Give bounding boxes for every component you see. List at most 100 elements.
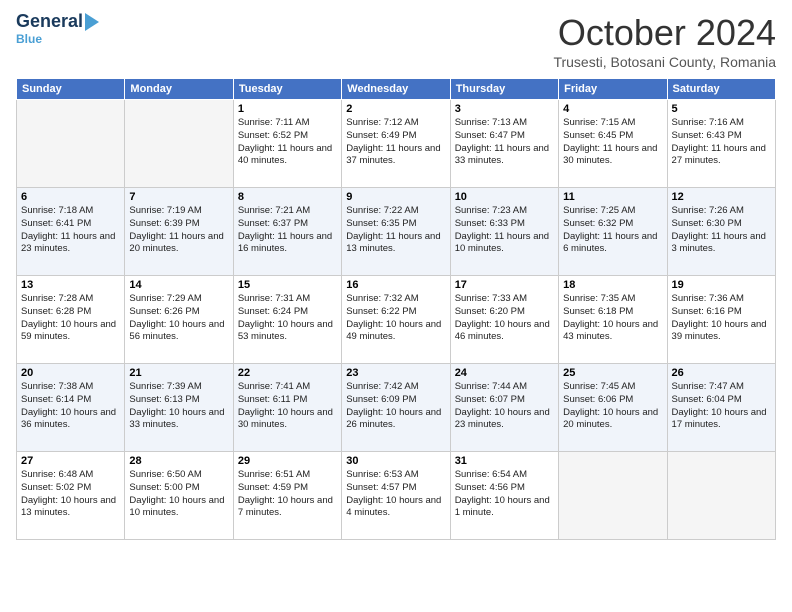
day-info: Sunrise: 7:38 AMSunset: 6:14 PMDaylight:… — [21, 381, 120, 432]
day-number: 22 — [238, 367, 337, 379]
calendar-cell: 27 Sunrise: 6:48 AMSunset: 5:02 PMDayligh… — [17, 452, 125, 540]
day-number: 11 — [563, 191, 662, 203]
day-info: Sunrise: 7:13 AMSunset: 6:47 PMDaylight:… — [455, 117, 554, 168]
day-number: 13 — [21, 279, 120, 291]
day-info: Sunrise: 7:11 AMSunset: 6:52 PMDaylight:… — [238, 117, 337, 168]
day-number: 7 — [129, 191, 228, 203]
calendar-week-row: 1 Sunrise: 7:11 AMSunset: 6:52 PMDaylight… — [17, 100, 776, 188]
day-number: 28 — [129, 455, 228, 467]
day-number: 24 — [455, 367, 554, 379]
calendar-day-header: Monday — [125, 79, 233, 100]
day-info: Sunrise: 7:33 AMSunset: 6:20 PMDaylight:… — [455, 293, 554, 344]
calendar-day-header: Wednesday — [342, 79, 450, 100]
calendar-cell: 16 Sunrise: 7:32 AMSunset: 6:22 PMDayligh… — [342, 276, 450, 364]
day-info: Sunrise: 6:54 AMSunset: 4:56 PMDaylight:… — [455, 469, 554, 520]
day-info: Sunrise: 6:51 AMSunset: 4:59 PMDaylight:… — [238, 469, 337, 520]
day-info: Sunrise: 7:28 AMSunset: 6:28 PMDaylight:… — [21, 293, 120, 344]
day-info: Sunrise: 7:19 AMSunset: 6:39 PMDaylight:… — [129, 205, 228, 256]
calendar-header-row: SundayMondayTuesdayWednesdayThursdayFrid… — [17, 79, 776, 100]
calendar-cell: 12Sunrise: 7:26 AMSunset: 6:30 PMDayligh… — [667, 188, 775, 276]
calendar-cell: 15Sunrise: 7:31 AMSunset: 6:24 PMDayligh… — [233, 276, 341, 364]
page: General Blue October 2024 Trusesti, Boto… — [0, 0, 792, 612]
calendar-cell: 26 Sunrise: 7:47 AMSunset: 6:04 PMDayligh… — [667, 364, 775, 452]
calendar-cell — [17, 100, 125, 188]
day-number: 6 — [21, 191, 120, 203]
calendar-cell: 23Sunrise: 7:42 AMSunset: 6:09 PMDayligh… — [342, 364, 450, 452]
logo-blue: Blue — [16, 32, 42, 46]
calendar-day-header: Thursday — [450, 79, 558, 100]
day-info: Sunrise: 7:41 AMSunset: 6:11 PMDaylight:… — [238, 381, 337, 432]
calendar-cell: 9Sunrise: 7:22 AMSunset: 6:35 PMDaylight… — [342, 188, 450, 276]
day-info: Sunrise: 7:32 AMSunset: 6:22 PMDaylight:… — [346, 293, 445, 344]
subtitle: Trusesti, Botosani County, Romania — [553, 54, 776, 70]
logo: General Blue — [16, 12, 99, 46]
day-number: 17 — [455, 279, 554, 291]
calendar-cell: 2 Sunrise: 7:12 AMSunset: 6:49 PMDaylight… — [342, 100, 450, 188]
day-number: 1 — [238, 103, 337, 115]
calendar-cell: 1 Sunrise: 7:11 AMSunset: 6:52 PMDaylight… — [233, 100, 341, 188]
day-number: 30 — [346, 455, 445, 467]
calendar-cell: 30 Sunrise: 6:53 AMSunset: 4:57 PMDayligh… — [342, 452, 450, 540]
calendar-day-header: Sunday — [17, 79, 125, 100]
calendar-cell: 7 Sunrise: 7:19 AMSunset: 6:39 PMDaylight… — [125, 188, 233, 276]
day-number: 4 — [563, 103, 662, 115]
calendar-cell: 21Sunrise: 7:39 AMSunset: 6:13 PMDayligh… — [125, 364, 233, 452]
day-number: 16 — [346, 279, 445, 291]
day-number: 14 — [129, 279, 228, 291]
day-info: Sunrise: 6:50 AMSunset: 5:00 PMDaylight:… — [129, 469, 228, 520]
calendar-cell: 10 Sunrise: 7:23 AMSunset: 6:33 PMDayligh… — [450, 188, 558, 276]
day-info: Sunrise: 7:29 AMSunset: 6:26 PMDaylight:… — [129, 293, 228, 344]
calendar-cell — [559, 452, 667, 540]
day-number: 25 — [563, 367, 662, 379]
title-area: October 2024 Trusesti, Botosani County, … — [553, 12, 776, 70]
calendar-cell: 19Sunrise: 7:36 AMSunset: 6:16 PMDayligh… — [667, 276, 775, 364]
day-number: 15 — [238, 279, 337, 291]
day-number: 10 — [455, 191, 554, 203]
header: General Blue October 2024 Trusesti, Boto… — [16, 12, 776, 70]
calendar-cell: 18Sunrise: 7:35 AMSunset: 6:18 PMDayligh… — [559, 276, 667, 364]
day-number: 29 — [238, 455, 337, 467]
calendar-cell: 17 Sunrise: 7:33 AMSunset: 6:20 PMDayligh… — [450, 276, 558, 364]
day-info: Sunrise: 7:16 AMSunset: 6:43 PMDaylight:… — [672, 117, 771, 168]
day-info: Sunrise: 7:22 AMSunset: 6:35 PMDaylight:… — [346, 205, 445, 256]
calendar-day-header: Tuesday — [233, 79, 341, 100]
day-number: 31 — [455, 455, 554, 467]
day-number: 3 — [455, 103, 554, 115]
day-number: 2 — [346, 103, 445, 115]
day-info: Sunrise: 7:23 AMSunset: 6:33 PMDaylight:… — [455, 205, 554, 256]
calendar-table: SundayMondayTuesdayWednesdayThursdayFrid… — [16, 78, 776, 540]
day-number: 27 — [21, 455, 120, 467]
day-info: Sunrise: 6:48 AMSunset: 5:02 PMDaylight:… — [21, 469, 120, 520]
calendar-cell: 5 Sunrise: 7:16 AMSunset: 6:43 PMDaylight… — [667, 100, 775, 188]
calendar-cell: 13 Sunrise: 7:28 AMSunset: 6:28 PMDayligh… — [17, 276, 125, 364]
day-number: 5 — [672, 103, 771, 115]
day-info: Sunrise: 7:21 AMSunset: 6:37 PMDaylight:… — [238, 205, 337, 256]
calendar-cell: 4 Sunrise: 7:15 AMSunset: 6:45 PMDaylight… — [559, 100, 667, 188]
day-info: Sunrise: 7:45 AMSunset: 6:06 PMDaylight:… — [563, 381, 662, 432]
day-number: 18 — [563, 279, 662, 291]
day-number: 26 — [672, 367, 771, 379]
calendar-cell: 28 Sunrise: 6:50 AMSunset: 5:00 PMDayligh… — [125, 452, 233, 540]
day-info: Sunrise: 6:53 AMSunset: 4:57 PMDaylight:… — [346, 469, 445, 520]
calendar-cell — [125, 100, 233, 188]
calendar-week-row: 13 Sunrise: 7:28 AMSunset: 6:28 PMDayligh… — [17, 276, 776, 364]
day-info: Sunrise: 7:18 AMSunset: 6:41 PMDaylight:… — [21, 205, 120, 256]
logo-general: General — [16, 12, 83, 32]
calendar-cell: 14 Sunrise: 7:29 AMSunset: 6:26 PMDayligh… — [125, 276, 233, 364]
calendar-day-header: Saturday — [667, 79, 775, 100]
day-info: Sunrise: 7:15 AMSunset: 6:45 PMDaylight:… — [563, 117, 662, 168]
calendar-week-row: 6 Sunrise: 7:18 AMSunset: 6:41 PMDaylight… — [17, 188, 776, 276]
calendar-cell: 31 Sunrise: 6:54 AMSunset: 4:56 PMDayligh… — [450, 452, 558, 540]
calendar-week-row: 20 Sunrise: 7:38 AMSunset: 6:14 PMDayligh… — [17, 364, 776, 452]
calendar-cell: 22 Sunrise: 7:41 AMSunset: 6:11 PMDayligh… — [233, 364, 341, 452]
calendar-day-header: Friday — [559, 79, 667, 100]
calendar-cell: 20 Sunrise: 7:38 AMSunset: 6:14 PMDayligh… — [17, 364, 125, 452]
day-info: Sunrise: 7:12 AMSunset: 6:49 PMDaylight:… — [346, 117, 445, 168]
calendar-cell — [667, 452, 775, 540]
day-info: Sunrise: 7:44 AMSunset: 6:07 PMDaylight:… — [455, 381, 554, 432]
logo-arrow-icon — [85, 13, 99, 31]
day-number: 20 — [21, 367, 120, 379]
day-info: Sunrise: 7:47 AMSunset: 6:04 PMDaylight:… — [672, 381, 771, 432]
day-info: Sunrise: 7:25 AMSunset: 6:32 PMDaylight:… — [563, 205, 662, 256]
calendar-cell: 6 Sunrise: 7:18 AMSunset: 6:41 PMDaylight… — [17, 188, 125, 276]
